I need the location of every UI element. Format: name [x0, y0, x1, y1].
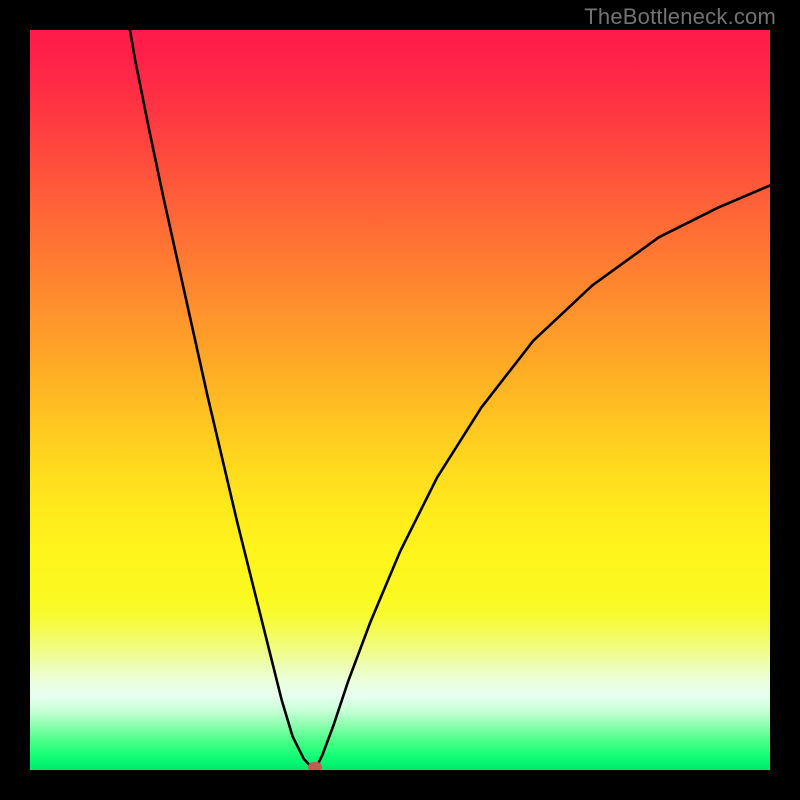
chart-frame: TheBottleneck.com	[0, 0, 800, 800]
plot-area	[30, 30, 770, 770]
bottleneck-curve	[30, 30, 770, 770]
curve-left-branch	[130, 30, 315, 770]
minimum-marker	[308, 762, 322, 770]
watermark-text: TheBottleneck.com	[584, 4, 776, 30]
curve-right-branch	[315, 185, 770, 770]
